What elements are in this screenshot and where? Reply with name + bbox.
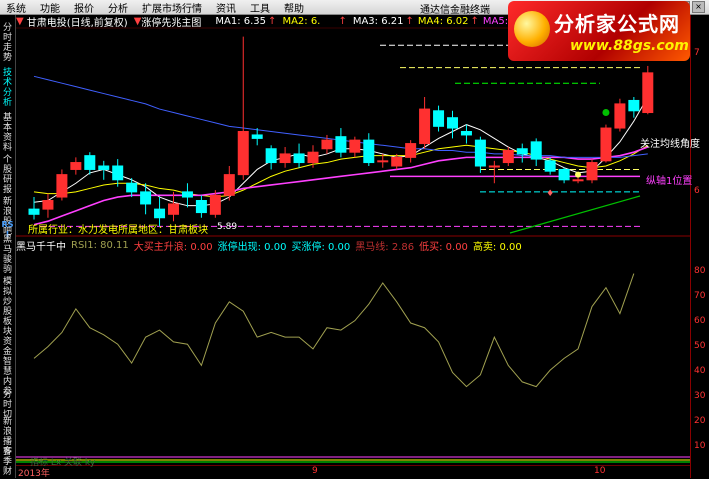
logo-title: 分析家公式网 (554, 12, 680, 36)
candle-body (474, 139, 486, 167)
candle-body (84, 155, 96, 170)
candle-body (112, 165, 124, 181)
date-label: 10 (594, 466, 606, 476)
candle-body (460, 131, 472, 136)
candle-body (56, 174, 68, 198)
candle-body (181, 191, 193, 198)
zt-appear-value: 涨停出现: 0.00 (217, 242, 287, 253)
candle-body (223, 174, 235, 196)
ma3-value: MA3: 6.21 (352, 16, 404, 27)
rsi-value: RSI1: 80.11 (71, 240, 129, 251)
candle-body (265, 148, 277, 164)
candle-body (530, 141, 542, 160)
signal-dot (602, 109, 610, 117)
candle-body (195, 200, 207, 214)
industry-info: 所属行业：水力发电所属地区：甘肃板块 (28, 225, 208, 236)
date-axis: 2013年 9 10 (16, 465, 690, 479)
candle-body (447, 117, 458, 129)
candle-body (98, 165, 110, 170)
candle-body (405, 143, 417, 158)
ma2-value: MA2: 6. (282, 16, 321, 27)
sub-indicator-name[interactable]: 黑马千千中 (16, 238, 66, 253)
globe-icon (514, 11, 550, 47)
site-logo: 分析家公式网 www.88gs.com (508, 1, 690, 61)
heima-value: 黑马线: 2.86 (355, 242, 415, 253)
candle-body (307, 151, 319, 164)
candle-body (251, 134, 263, 139)
candle-body (335, 136, 347, 153)
candle-body (279, 153, 291, 164)
candle-body (42, 200, 54, 210)
candle-body (293, 153, 305, 164)
low-buy-value: 低买: 0.00 (419, 242, 468, 253)
sub-chart-title: 黑马千千中 RSI1: 80.11 大买主升浪: 0.00 涨停出现: 0.00… (16, 238, 527, 253)
candle-body (237, 131, 249, 176)
date-label: 9 (312, 466, 318, 476)
candle-body (558, 168, 570, 181)
candle-body (363, 139, 375, 164)
candle-body (642, 72, 654, 114)
focus-ma-angle: 关注均线角度 (640, 139, 700, 150)
high-sell-value: 高卖: 0.00 (472, 242, 522, 253)
candle-body (502, 149, 514, 164)
candle-body (209, 194, 221, 215)
candle-body (586, 162, 598, 181)
indicator-name[interactable]: 涨停先兆主图 (141, 14, 201, 29)
candle-body (154, 208, 166, 219)
candle-body (70, 162, 82, 170)
candle-body (168, 203, 179, 215)
candle-body (377, 160, 389, 163)
candle-body (628, 99, 640, 112)
indicator-link-label: 指标 Lx 关联 ky (30, 458, 96, 468)
down-arrow-icon: ♦ (546, 189, 554, 199)
candle-body (572, 179, 584, 182)
candle-body (600, 127, 612, 162)
candle-body (614, 103, 626, 129)
main-buy-value: 大买主升浪: 0.00 (133, 242, 213, 253)
buy-zt-value: 买涨停: 0.00 (291, 242, 351, 253)
dropdown-icon[interactable]: ▼ (16, 16, 24, 27)
candle-body (140, 191, 152, 205)
candle-body (516, 148, 528, 155)
main-chart-title: ▼ 甘肃电投 (日线,前复权) ▼ 涨停先兆主图 MA1: 6.35 ↑ MA2:… (16, 14, 521, 29)
vertical-axis-position: 纵轴1位置 (646, 176, 693, 187)
candle-body (349, 139, 361, 153)
candle-body (28, 208, 40, 215)
signal-dot (575, 171, 582, 178)
logo-url: www.88gs.com (570, 38, 689, 54)
candle-body (126, 182, 138, 193)
rsi-line (33, 273, 635, 388)
indicator-dropdown-icon[interactable]: ▼ (134, 16, 142, 27)
ma4-value: MA4: 6.02 (417, 16, 469, 27)
low-price-label: 5.89 (217, 222, 238, 232)
candle-body (488, 165, 500, 168)
candle-body (391, 156, 403, 167)
candle-body (419, 108, 431, 145)
ma1-value: MA1: 6.35 (215, 16, 267, 27)
chart-mode: (日线,前复权) (66, 18, 128, 29)
stock-name: 甘肃电投 (26, 18, 67, 29)
candle-body (321, 139, 333, 150)
candle-body (433, 110, 445, 127)
candle-body (544, 160, 556, 172)
trend-line (509, 195, 641, 234)
